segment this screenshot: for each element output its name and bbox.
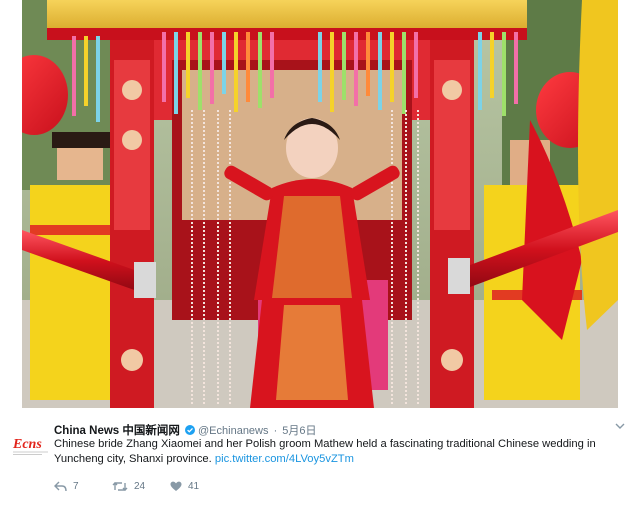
like-count: 41	[188, 481, 200, 492]
like-button[interactable]: 41	[170, 481, 228, 492]
caret-down-icon[interactable]	[614, 421, 626, 431]
tweet-photo[interactable]	[22, 0, 618, 408]
reply-icon	[54, 481, 67, 492]
user-handle[interactable]: @Echinanews	[198, 425, 268, 437]
tweet-actions: 7 24 41	[54, 481, 228, 492]
tweet-media-link[interactable]: pic.twitter.com/4LVoy5vZTm	[215, 453, 354, 465]
tweet-text: Chinese bride Zhang Xiaomei and her Poli…	[54, 437, 624, 467]
verified-icon	[184, 425, 195, 435]
ecns-logo-icon: Ecns	[12, 437, 48, 455]
tweet-body: Ecns China News 中国新闻网 @Echinanews · 5月6日…	[0, 408, 640, 509]
reply-button[interactable]: 7	[54, 481, 112, 492]
retweet-icon	[112, 482, 128, 491]
tweet-header: China News 中国新闻网 @Echinanews · 5月6日	[54, 422, 610, 438]
avatar[interactable]: Ecns	[12, 426, 50, 464]
separator-dot: ·	[273, 425, 278, 437]
reply-count: 7	[73, 481, 79, 492]
svg-text:Ecns: Ecns	[12, 437, 42, 452]
retweet-button[interactable]: 24	[112, 481, 170, 492]
tweet-timestamp[interactable]: 5月6日	[282, 425, 316, 437]
display-name[interactable]: China News 中国新闻网	[54, 425, 180, 437]
like-icon	[170, 481, 182, 491]
wedding-photo-illustration	[22, 0, 618, 408]
retweet-count: 24	[134, 481, 146, 492]
